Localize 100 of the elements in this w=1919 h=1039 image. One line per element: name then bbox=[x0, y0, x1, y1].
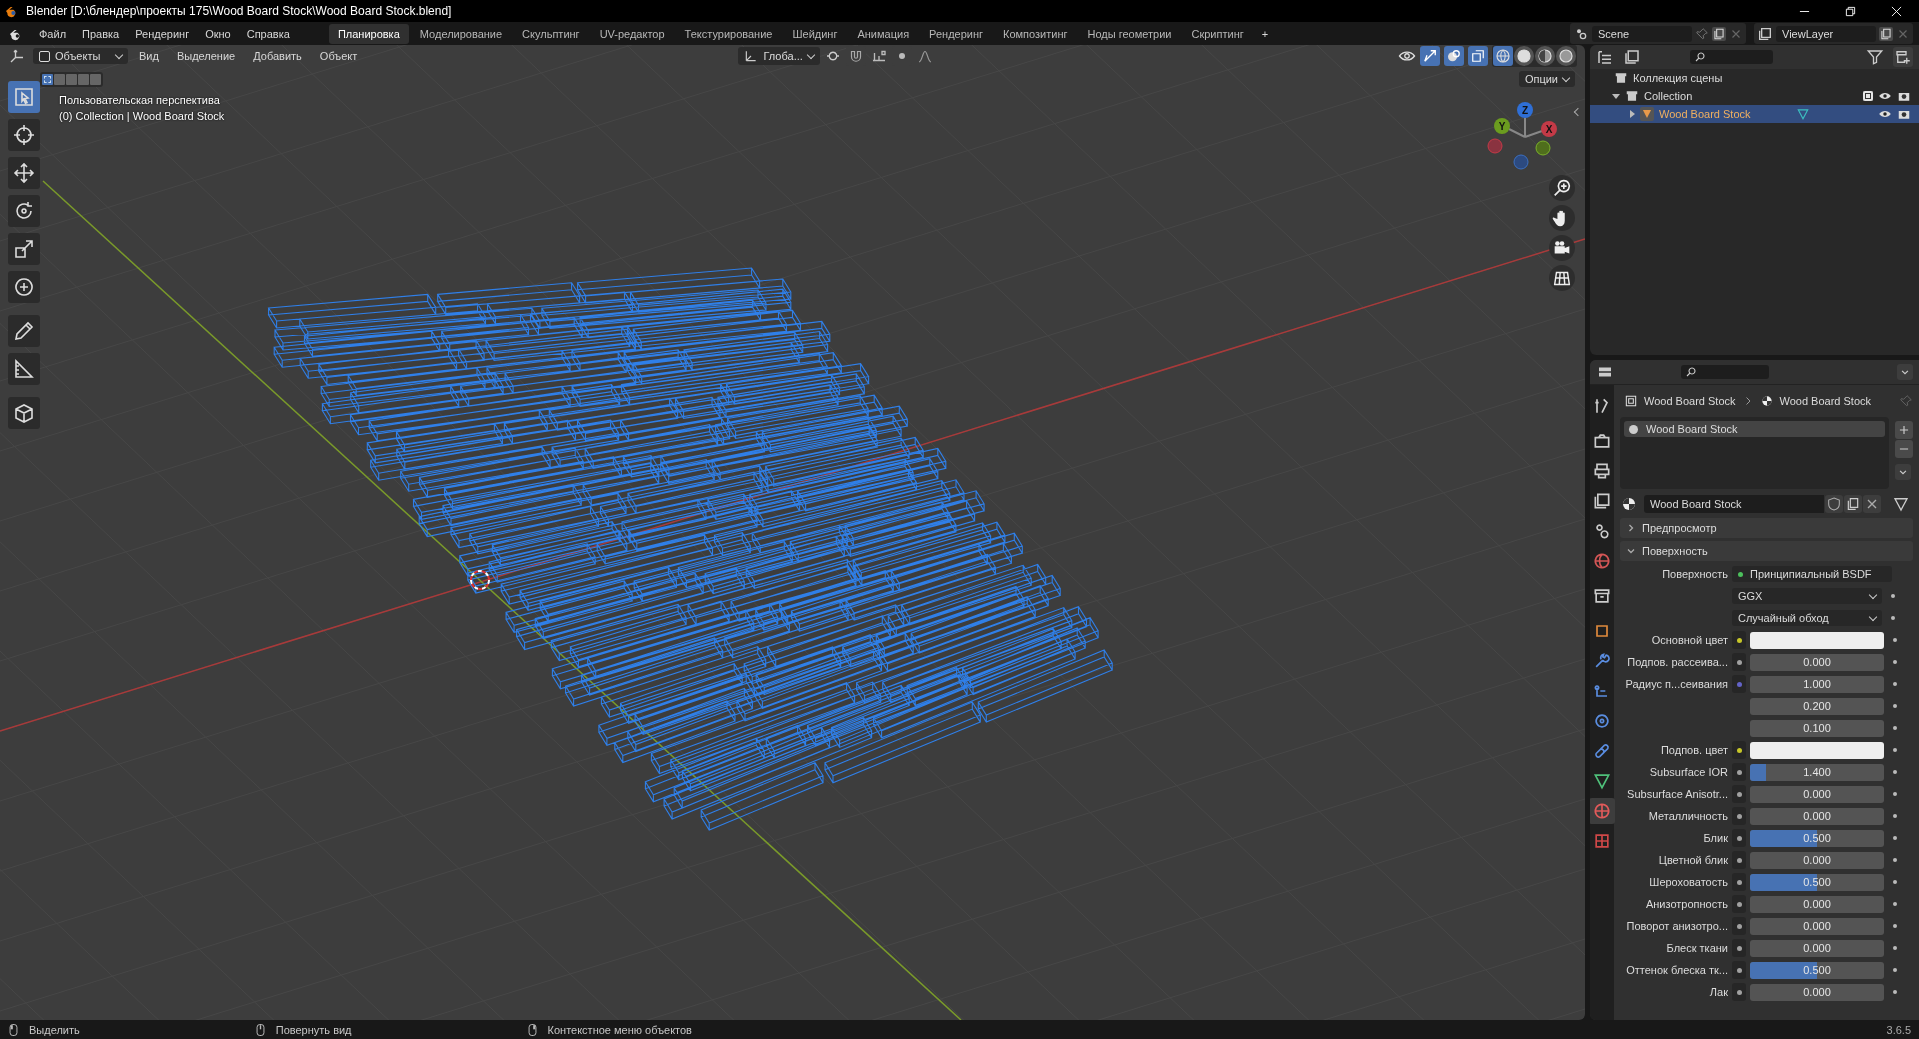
solid-sphere-icon[interactable] bbox=[1514, 46, 1534, 66]
axis-handle[interactable] bbox=[1535, 140, 1551, 156]
menu-item[interactable]: Добавить bbox=[246, 47, 309, 65]
axis-handle[interactable] bbox=[1513, 154, 1529, 170]
slider-field[interactable]: 0.500 bbox=[1750, 961, 1884, 979]
plus-icon[interactable] bbox=[1895, 421, 1913, 439]
rotate-icon[interactable] bbox=[8, 195, 40, 227]
axis-handle[interactable]: Y bbox=[1494, 118, 1510, 134]
color-swatch[interactable] bbox=[1750, 631, 1884, 649]
keyframe-dot[interactable] bbox=[1893, 770, 1897, 774]
socket-dot[interactable] bbox=[1736, 901, 1742, 907]
copy-icon[interactable] bbox=[1712, 26, 1726, 41]
workspace-tab[interactable]: Текстурирование bbox=[675, 23, 782, 44]
caret-icon[interactable] bbox=[1897, 364, 1913, 380]
socket-dot[interactable] bbox=[1736, 659, 1742, 665]
keyframe-dot[interactable] bbox=[1891, 594, 1895, 598]
keyframe-dot[interactable] bbox=[1893, 792, 1897, 796]
workspace-tab[interactable]: UV-редактор bbox=[590, 23, 674, 44]
socket-dot[interactable] bbox=[1736, 923, 1742, 929]
ruler-icon[interactable] bbox=[8, 353, 40, 385]
checkbox[interactable] bbox=[1863, 91, 1873, 101]
mode-dropdown[interactable]: Объекты bbox=[33, 48, 128, 64]
workspace-tab[interactable]: Скриптинг bbox=[1182, 23, 1253, 44]
workspace-tab[interactable]: Рендеринг bbox=[920, 23, 993, 44]
axis-handle[interactable]: Z bbox=[1517, 102, 1533, 118]
material-name-field[interactable]: Wood Board Stock bbox=[1644, 495, 1824, 513]
shield-icon[interactable] bbox=[1825, 495, 1843, 513]
gizmo-toggle-icon[interactable] bbox=[1420, 46, 1440, 66]
workspace-tab[interactable]: Шейдинг bbox=[783, 23, 847, 44]
keyframe-dot[interactable] bbox=[1893, 902, 1897, 906]
number-field[interactable]: 0.100 bbox=[1750, 719, 1884, 737]
copy-icon[interactable] bbox=[1844, 495, 1862, 513]
search-field[interactable] bbox=[1681, 365, 1769, 379]
scene-field[interactable]: Scene bbox=[1592, 25, 1692, 42]
color-swatch[interactable] bbox=[1750, 741, 1884, 759]
dropdown[interactable]: GGX bbox=[1732, 588, 1882, 604]
overlay-icon[interactable] bbox=[1444, 46, 1464, 66]
slider-field[interactable]: 0.000 bbox=[1750, 807, 1884, 825]
slider-field[interactable]: 1.400 bbox=[1750, 763, 1884, 781]
socket-dot[interactable] bbox=[1736, 747, 1742, 753]
axis-gizmo[interactable]: Z Y X bbox=[1480, 100, 1570, 170]
move-icon[interactable] bbox=[8, 157, 40, 189]
selection-mode-group[interactable] bbox=[40, 71, 103, 87]
search-field[interactable] bbox=[1690, 50, 1773, 64]
shader-dropdown[interactable]: Принципиальный BSDF bbox=[1732, 566, 1892, 582]
slider-field[interactable]: 0.000 bbox=[1750, 917, 1884, 935]
cursor-icon[interactable] bbox=[8, 119, 40, 151]
socket-dot[interactable] bbox=[1736, 681, 1742, 687]
keyframe-dot[interactable] bbox=[1893, 814, 1897, 818]
axis-handle[interactable] bbox=[1487, 138, 1503, 154]
number-field[interactable]: 0.200 bbox=[1750, 697, 1884, 715]
keyframe-dot[interactable] bbox=[1893, 968, 1897, 972]
slider-field[interactable]: 0.000 bbox=[1750, 653, 1884, 671]
view-layer-field[interactable]: ViewLayer bbox=[1776, 25, 1876, 42]
pencil-icon[interactable] bbox=[8, 315, 40, 347]
workspace-tab[interactable]: Скульптинг bbox=[513, 23, 589, 44]
socket-dot[interactable] bbox=[1736, 813, 1742, 819]
keyframe-dot[interactable] bbox=[1893, 638, 1897, 642]
workspace-tab[interactable]: Моделирование bbox=[410, 23, 512, 44]
keyframe-dot[interactable] bbox=[1893, 704, 1897, 708]
keyframe-dot[interactable] bbox=[1893, 946, 1897, 950]
tree-row[interactable]: Wood Board Stock bbox=[1590, 105, 1919, 123]
menu-item[interactable]: Окно bbox=[198, 24, 238, 43]
tree-item-label[interactable]: Коллекция сцены bbox=[1633, 72, 1723, 84]
slider-field[interactable]: 0.000 bbox=[1750, 939, 1884, 957]
keyframe-dot[interactable] bbox=[1893, 858, 1897, 862]
material-sphere-icon[interactable] bbox=[1535, 46, 1555, 66]
keyframe-dot[interactable] bbox=[1893, 726, 1897, 730]
number-field[interactable]: 1.000 bbox=[1750, 675, 1884, 693]
hand-icon[interactable] bbox=[1549, 205, 1575, 231]
socket-dot[interactable] bbox=[1736, 835, 1742, 841]
slider-field[interactable]: 0.000 bbox=[1750, 895, 1884, 913]
keyframe-dot[interactable] bbox=[1893, 682, 1897, 686]
copy-icon[interactable] bbox=[1879, 26, 1893, 41]
socket-dot[interactable] bbox=[1736, 791, 1742, 797]
socket-dot[interactable] bbox=[1736, 945, 1742, 951]
menu-item[interactable]: Файл bbox=[32, 24, 74, 43]
zoom-icon[interactable] bbox=[1549, 175, 1575, 201]
keyframe-dot[interactable] bbox=[1891, 616, 1895, 620]
keyframe-dot[interactable] bbox=[1893, 880, 1897, 884]
socket-dot[interactable] bbox=[1736, 857, 1742, 863]
expand-arrow-icon[interactable] bbox=[1612, 93, 1620, 99]
keyframe-dot[interactable] bbox=[1893, 660, 1897, 664]
menu-item[interactable]: Справка bbox=[239, 24, 297, 43]
keyframe-dot[interactable] bbox=[1893, 990, 1897, 994]
cube-icon[interactable] bbox=[8, 397, 40, 429]
images-icon[interactable] bbox=[1757, 25, 1773, 42]
select-box-icon[interactable] bbox=[8, 81, 40, 113]
material-slot[interactable]: Wood Board Stock bbox=[1624, 421, 1885, 437]
menu-item[interactable]: Правка bbox=[75, 24, 127, 43]
keyframe-dot[interactable] bbox=[1893, 836, 1897, 840]
wireframe-icon[interactable] bbox=[1493, 46, 1513, 66]
new-collection-icon[interactable] bbox=[1893, 47, 1913, 67]
panel-header[interactable]: Предпросмотр bbox=[1620, 518, 1913, 538]
panel-header[interactable]: Поверхность bbox=[1620, 541, 1913, 561]
workspace-tab[interactable]: Композитинг bbox=[994, 23, 1077, 44]
slider-field[interactable]: 0.000 bbox=[1750, 785, 1884, 803]
socket-dot[interactable] bbox=[1736, 637, 1742, 643]
slider-field[interactable]: 0.000 bbox=[1750, 851, 1884, 869]
scale-icon[interactable] bbox=[8, 233, 40, 265]
